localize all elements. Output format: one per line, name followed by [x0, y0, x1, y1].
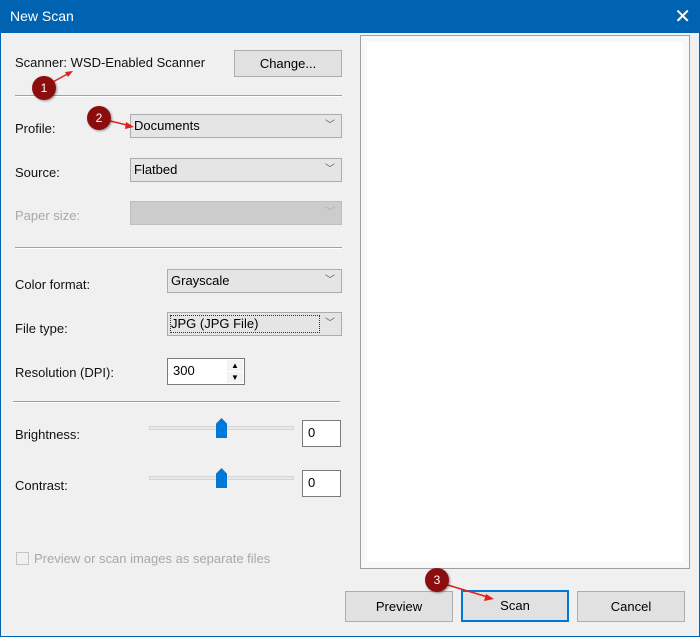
annotation-marker-2: 2: [87, 106, 111, 130]
annotation-marker-3: 3: [425, 568, 449, 592]
annotation-marker-1: 1: [32, 76, 56, 100]
annotation-arrows: [50, 71, 494, 601]
